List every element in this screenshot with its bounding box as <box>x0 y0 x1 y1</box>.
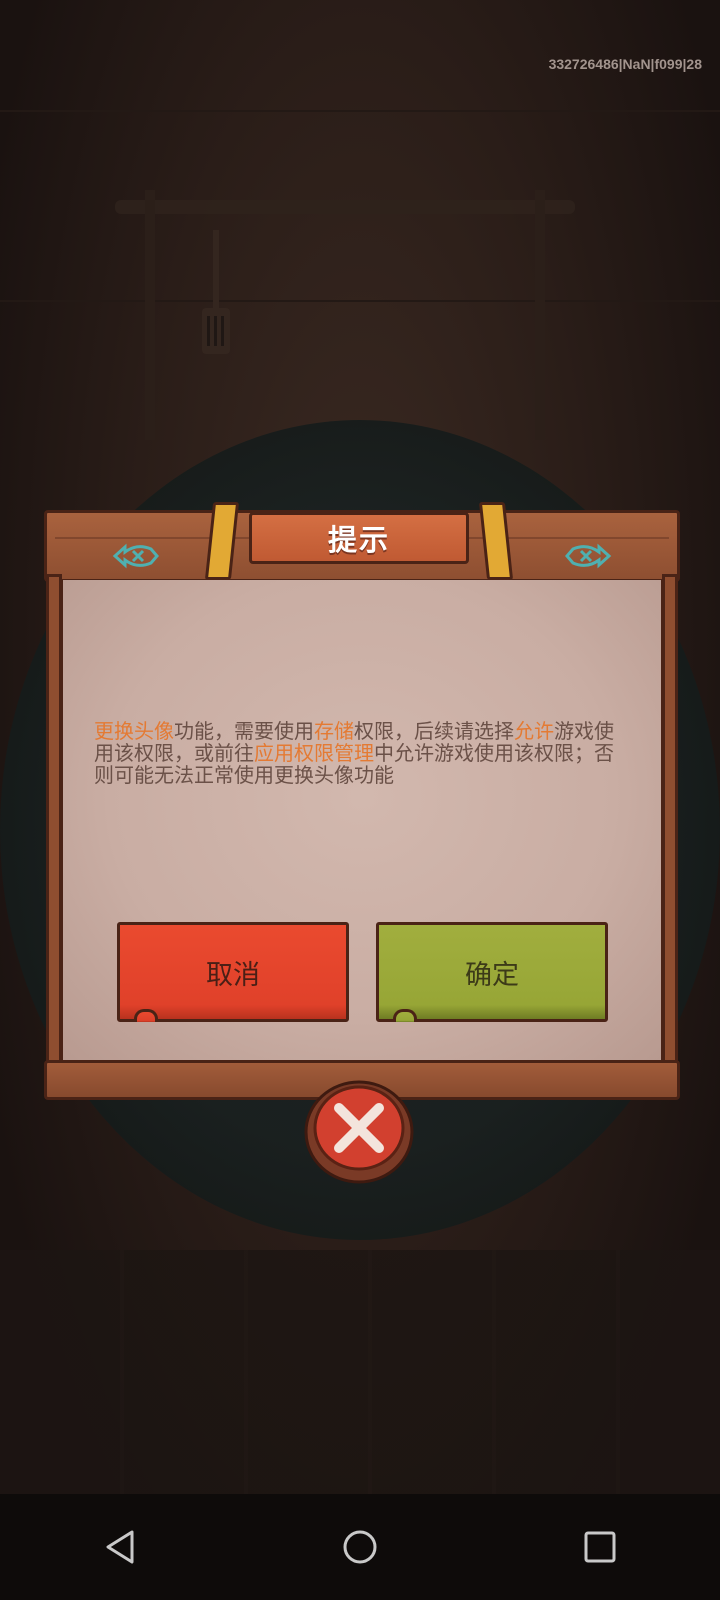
confirm-button-label: 确定 <box>465 959 519 991</box>
dialog-message: 更换头像功能，需要使用存储权限，后续请选择允许游戏使用该权限，或前往应用权限管理… <box>94 720 624 786</box>
nav-home-button[interactable] <box>320 1507 400 1587</box>
close-button[interactable] <box>303 1078 415 1184</box>
permission-dialog: 提示 更换头像功能，需要使用存储权限，后续请选择允许游戏使用该权限，或前往应用权… <box>44 500 680 1100</box>
confirm-button[interactable]: 确定 <box>376 922 608 1022</box>
dialog-title: 提示 <box>327 523 390 557</box>
background-rope <box>145 190 155 440</box>
title-bracket <box>204 502 240 580</box>
message-highlight: 存储 <box>314 719 354 743</box>
game-screen: 332726486|NaN|f099|28 提示 更换头像功能，需要使用存储权限… <box>0 0 720 1600</box>
dialog-title-plate: 提示 <box>204 500 514 590</box>
title-bracket <box>478 502 514 580</box>
cancel-button-label: 取消 <box>206 959 260 991</box>
button-notch-decoration <box>393 1009 417 1022</box>
nav-recents-button[interactable] <box>560 1507 640 1587</box>
dialog-side-board <box>662 574 678 1066</box>
back-triangle-icon <box>106 1530 134 1564</box>
nav-back-button[interactable] <box>80 1507 160 1587</box>
title-banner: 提示 <box>249 512 469 564</box>
message-highlight: 应用权限管理 <box>254 741 374 765</box>
cancel-button[interactable]: 取消 <box>117 922 349 1022</box>
spatula-icon <box>202 230 230 354</box>
recents-square-icon <box>584 1531 616 1563</box>
background-wall-line <box>0 110 720 112</box>
message-highlight: 更换头像 <box>94 719 174 743</box>
background-rope <box>535 190 545 440</box>
home-circle-icon <box>343 1530 377 1564</box>
message-text: 功能，需要使用 <box>174 719 314 743</box>
fish-icon <box>565 543 612 569</box>
background-floor <box>0 1250 720 1520</box>
background-wall-line <box>0 300 720 302</box>
message-text: 权限，后续请选择 <box>354 719 514 743</box>
system-navigation-bar <box>0 1494 720 1600</box>
button-notch-decoration <box>134 1009 158 1022</box>
background-beam <box>115 200 575 214</box>
debug-info-text: 332726486|NaN|f099|28 <box>548 56 702 72</box>
fish-icon <box>112 543 159 569</box>
message-highlight: 允许 <box>514 719 554 743</box>
